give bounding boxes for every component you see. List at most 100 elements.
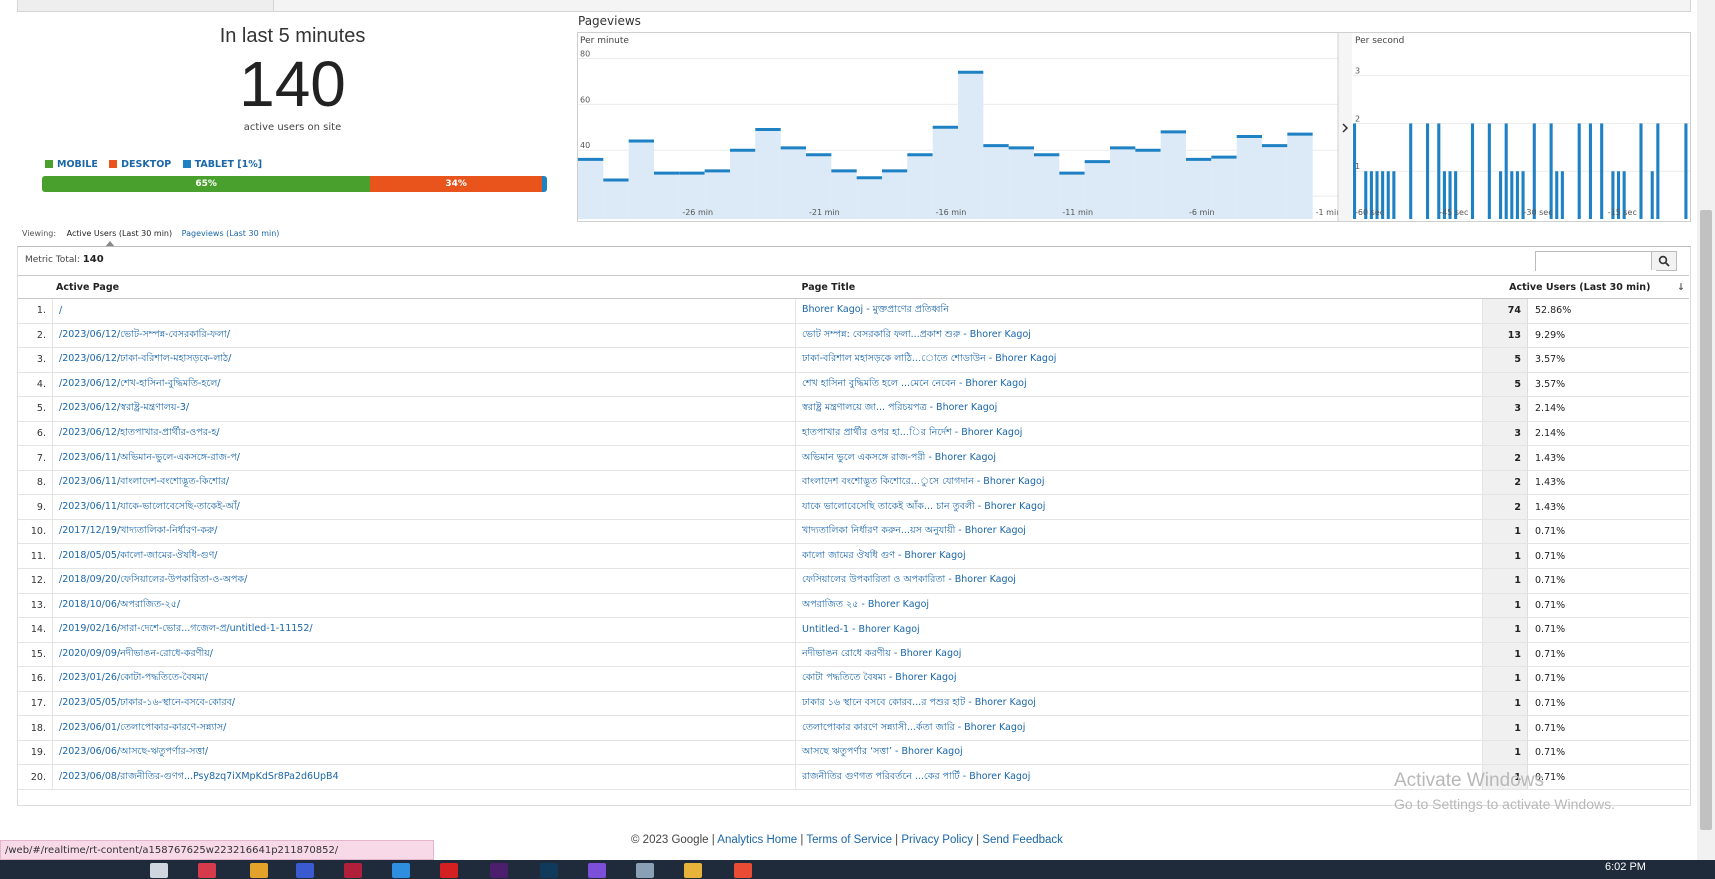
page-title-link[interactable]: ঢাকার ১৬ স্থানে বসবে কোরব...র পশুর হাট -… [795, 691, 1483, 717]
row-number: 1. [18, 298, 53, 324]
active-page-link[interactable]: /2023/06/12/হাতপাখার-প্রার্থীর-ওপর-হ/ [52, 421, 796, 447]
per-minute-x-tick: -16 min [936, 208, 967, 217]
per-minute-area-step [1110, 147, 1136, 219]
page-title-link[interactable]: বাংলাদেশ বংশোদ্ভূত কিশোরে...ুসে যোগদান -… [795, 470, 1483, 496]
status-url-bar: /web/#/realtime/rt-content/a158767625w22… [0, 840, 434, 860]
page-title-link[interactable]: আসছে ঋতুপর্ণার ‘সত্তা’ - Bhorer Kagoj [795, 740, 1483, 766]
page-title-link[interactable]: ঢাকা-বরিশাল মহাসড়কে লাঠি...োতে শোডাউন -… [795, 347, 1483, 373]
active-page-link[interactable]: /2018/09/20/ফেসিয়ালের-উপকারিতা-ও-অপক/ [52, 568, 796, 594]
app-icon-purple[interactable] [588, 863, 606, 878]
active-page-link[interactable]: /2023/06/11/যাকে-ভালোবেসেছি-তাকেই-আঁ/ [52, 494, 796, 520]
top-tab[interactable] [18, 0, 274, 11]
col-active-page[interactable]: Active Page [18, 275, 796, 299]
active-page-link[interactable]: /2023/06/08/রাজনীতির-গুণগ...Psy8zq7iXMpK… [52, 764, 796, 790]
legend-desktop-label: DESKTOP [121, 159, 172, 170]
per-minute-area-step [628, 141, 654, 219]
page-title-link[interactable]: Untitled-1 - Bhorer Kagoj [795, 617, 1483, 643]
per-second-title: Per second [1355, 36, 1404, 46]
active-page-link[interactable]: /2019/02/16/সারা-দেশে-ভোর...গজেল-প্র/unt… [52, 617, 796, 643]
active-users-percent: 1.43% [1527, 445, 1689, 471]
active-page-link[interactable]: /2017/12/19/খাদ্যতালিকা-নির্ধারণ-করু/ [52, 519, 796, 545]
file-explorer-icon[interactable] [684, 863, 702, 878]
page-title-link[interactable]: Bhorer Kagoj - মুক্তপ্রাণের প্রতিধ্বনি [795, 298, 1483, 324]
chrome-icon[interactable] [734, 863, 752, 878]
row-number: 19. [18, 740, 53, 766]
row-number: 10. [18, 519, 53, 545]
page-title-link[interactable]: কালো জামের ঔষধি গুণ - Bhorer Kagoj [795, 543, 1483, 570]
page-title-link[interactable]: যাকে ভালোবেসেছি তাকেই আঁক... চান তুবলী -… [795, 494, 1483, 520]
per-second-x-tick: -30 sec [1524, 208, 1553, 217]
row-number: 14. [18, 617, 53, 643]
photoshop-icon[interactable] [540, 863, 558, 878]
active-page-link[interactable]: /2018/10/06/অপরাজিত-২৫/ [52, 593, 796, 619]
page-title-link[interactable]: অভিমান ভুলে একসঙ্গে রাজ-পরী - Bhorer Kag… [795, 445, 1483, 471]
active-page-link[interactable]: /2020/09/09/নদীভাঙন-রোধে-করণীয়/ [52, 642, 796, 668]
footer-analytics-home-link[interactable]: Analytics Home [717, 834, 797, 846]
table-row: 13./2018/10/06/অপরাজিত-২৫/অপরাজিত ২৫ - B… [18, 593, 1689, 619]
per-minute-area-step [755, 129, 781, 219]
col-active-users[interactable]: Active Users (Last 30 min) ↓ [1482, 275, 1689, 299]
active-users-summary: In last 5 minutes 140 active users on si… [40, 25, 545, 133]
page-title-link[interactable]: খাদ্যতালিকা নির্ধারণ করুন...য়স অনুযায়ী… [795, 519, 1483, 545]
page-title-link[interactable]: কোটা পদ্ধতিতে বৈষম্য - Bhorer Kagoj [795, 666, 1483, 692]
tab-pageviews[interactable]: Pageviews (Last 30 min) [182, 229, 280, 238]
row-number: 16. [18, 666, 53, 692]
per-minute-x-tick: -1 min [1316, 208, 1342, 217]
folder-icon[interactable] [250, 863, 268, 878]
active-page-link[interactable]: /2023/05/05/ঢাকার-১৬-স্থানে-বসবে-কোরব/ [52, 691, 796, 717]
footer-privacy-link[interactable]: Privacy Policy [901, 834, 973, 846]
per-second-bar [1386, 171, 1390, 219]
app-icon-play[interactable] [392, 863, 410, 878]
row-number: 9. [18, 494, 53, 520]
per-minute-area-step [1008, 147, 1034, 219]
active-page-link[interactable]: /2023/01/26/কোটা-পদ্ধতিতে-বৈষম্য/ [52, 666, 796, 692]
per-second-bar [1499, 171, 1503, 219]
app-icon-crimson[interactable] [344, 863, 362, 878]
active-page-link[interactable]: /2023/06/12/স্বরাষ্ট্র-মন্ত্রণালয়-3/ [52, 396, 796, 422]
scrollbar-thumb[interactable] [1700, 210, 1712, 830]
table-search-input[interactable] [1536, 257, 1656, 273]
active-page-link[interactable]: /2023/06/01/তেলাপোকার-কারণে-সন্ন্যাস/ [52, 715, 796, 741]
active-page-link[interactable]: / [52, 298, 796, 324]
page-title-link[interactable]: শেখ হাসিনা বুদ্ধিমতি হলে ...মেনে নেবেন -… [795, 372, 1483, 398]
premiere-icon[interactable] [490, 863, 508, 878]
app-icon-red[interactable] [198, 863, 216, 878]
per-second-bar [1532, 123, 1536, 219]
per-second-bar [1409, 123, 1413, 219]
per-second-bar [1639, 123, 1643, 219]
page-title-link[interactable]: স্বরাষ্ট্র মন্ত্রণালয়ে জা... পরিচয়পত্র… [795, 396, 1483, 422]
app-icon-grey[interactable] [636, 863, 654, 878]
page-scrollbar[interactable] [1697, 0, 1715, 860]
device-bar-tablet [541, 176, 547, 192]
per-minute-y-tick: 80 [580, 49, 590, 58]
page-title-link[interactable]: ফেসিয়ালের উপকারিতা ও অপকারিতা - Bhorer … [795, 568, 1483, 594]
app-icon-blue[interactable] [296, 863, 314, 878]
row-number: 6. [18, 421, 53, 447]
page-title-link[interactable]: অপরাজিত ২৫ - Bhorer Kagoj [795, 593, 1483, 619]
active-page-link[interactable]: /2023/06/12/ভোট-সম্পন্ন-বেসরকারি-ফলা/ [52, 323, 796, 349]
row-number: 2. [18, 323, 53, 349]
app-icon-opera[interactable] [440, 863, 458, 878]
active-page-link[interactable]: /2023/06/06/আসছে-ঋতুপর্ণার-সত্তা/ [52, 740, 796, 766]
active-page-link[interactable]: /2023/06/11/বাংলাদেশ-বংশোদ্ভূত-কিশোর/ [52, 470, 796, 496]
sort-desc-icon[interactable]: ↓ [1677, 282, 1685, 293]
active-page-link[interactable]: /2018/05/05/কালো-জামের-ঔষধি-গুণ/ [52, 543, 796, 570]
per-minute-area-step [882, 170, 908, 219]
active-page-link[interactable]: /2023/06/11/অভিমান-ভুলে-একসঙ্গে-রাজ-প/ [52, 445, 796, 471]
col-page-title[interactable]: Page Title [795, 275, 1483, 299]
per-second-y-tick: 2 [1355, 114, 1360, 123]
footer-terms-link[interactable]: Terms of Service [806, 834, 892, 846]
active-page-link[interactable]: /2023/06/12/শেখ-হাসিনা-বুদ্ধিমতি-হলে/ [52, 372, 796, 398]
page-title-link[interactable]: রাজনীতির গুণগত পরিবর্তনে ...কের পার্টি -… [795, 764, 1483, 790]
footer-feedback-link[interactable]: Send Feedback [982, 834, 1063, 846]
page-title-link[interactable]: নদীভাঙন রোধে করণীয় - Bhorer Kagoj [795, 642, 1483, 668]
taskview-icon[interactable] [150, 863, 168, 878]
active-users-count: 140 [239, 48, 346, 120]
tab-active-users[interactable]: Active Users (Last 30 min) [67, 229, 173, 238]
page-title-link[interactable]: তেলাপোকার কারণে সন্ন্যাসী...র্কতা জারি -… [795, 715, 1483, 741]
active-users-caption: active users on site [243, 122, 342, 133]
search-button[interactable] [1651, 252, 1676, 270]
page-title-link[interactable]: ভোট সম্পন্ন: বেসরকারি ফলা...প্রকাশ শুরু … [795, 323, 1483, 349]
active-page-link[interactable]: /2023/06/12/ঢাকা-বরিশাল-মহাসড়কে-লাঠ/ [52, 347, 796, 373]
page-title-link[interactable]: হাতপাখার প্রার্থীর ওপর হা...ির নির্দেশ -… [795, 421, 1483, 447]
